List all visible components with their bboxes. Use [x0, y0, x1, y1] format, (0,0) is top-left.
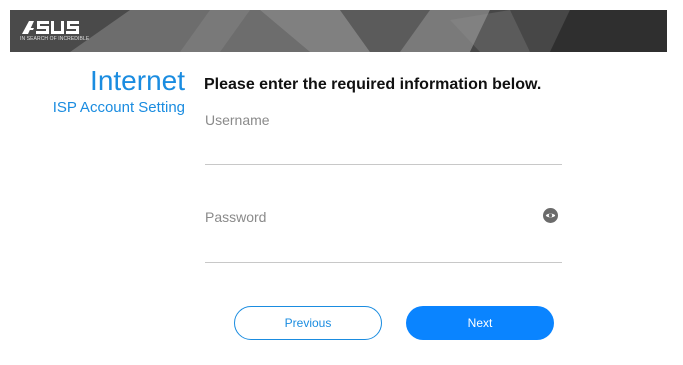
page: IN SEARCH OF INCREDIBLE Internet ISP Acc… — [0, 0, 683, 365]
password-field — [205, 207, 562, 263]
page-title-block: Internet ISP Account Setting — [53, 66, 185, 117]
logo-tagline: IN SEARCH OF INCREDIBLE — [20, 36, 90, 42]
page-subtitle: ISP Account Setting — [52, 99, 185, 116]
password-input[interactable] — [205, 207, 562, 227]
banner-texture — [10, 10, 667, 52]
eye-icon[interactable] — [543, 208, 558, 223]
form-heading: Please enter the required information be… — [204, 76, 542, 93]
username-field — [205, 110, 562, 165]
page-title: Internet — [90, 65, 185, 96]
asus-logo: IN SEARCH OF INCREDIBLE — [20, 19, 89, 45]
next-button[interactable]: Next — [406, 306, 554, 340]
username-input[interactable] — [205, 110, 562, 130]
header-banner: IN SEARCH OF INCREDIBLE — [10, 10, 667, 52]
previous-button[interactable]: Previous — [234, 306, 382, 340]
asus-logo-mark — [22, 21, 79, 34]
